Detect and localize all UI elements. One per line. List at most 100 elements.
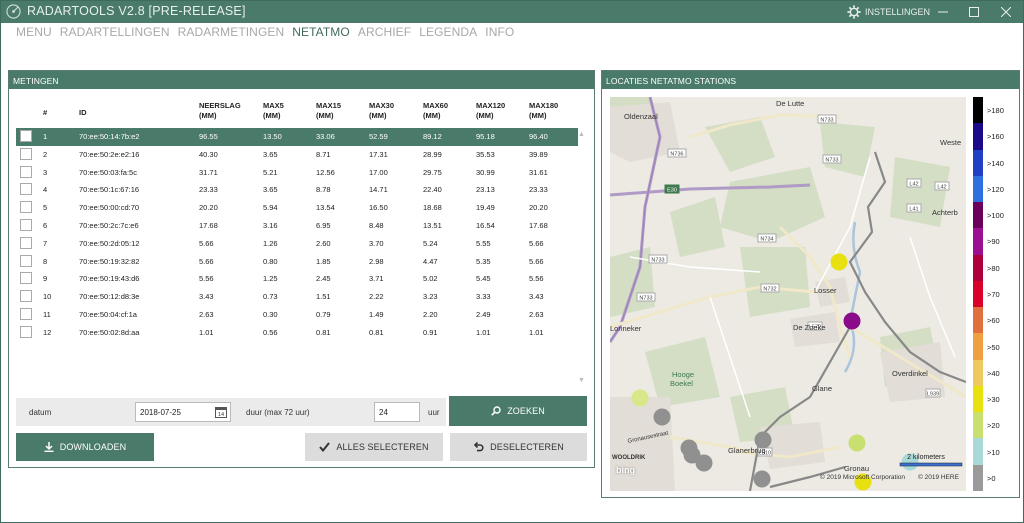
table-row[interactable]: 11 70:ee:50:04:cf:1a 2.63 0.30 0.79 1.49 2.20 2… <box>16 306 578 324</box>
calendar-icon[interactable]: 14 <box>215 406 227 418</box>
cell-max15: 8.71 <box>316 149 331 159</box>
place-label: Achterb <box>932 208 958 217</box>
cell-max60: 0.91 <box>423 327 438 337</box>
row-checkbox[interactable] <box>20 218 32 231</box>
station-marker[interactable] <box>695 454 713 472</box>
cell-max60: 29.75 <box>423 167 442 177</box>
nav-radarmetingen[interactable]: RADARMETINGEN <box>178 25 285 43</box>
station-marker[interactable] <box>848 434 866 452</box>
station-marker[interactable] <box>631 389 649 407</box>
cell-max5: 3.16 <box>263 220 278 230</box>
table-row[interactable]: 9 70:ee:50:19:43:d6 5.56 1.25 2.45 3.71 5.02 5.… <box>16 270 578 288</box>
row-checkbox[interactable] <box>20 201 32 214</box>
station-marker[interactable] <box>843 312 861 330</box>
datum-input[interactable]: 2018-07-25 14 <box>135 402 231 422</box>
table-row[interactable]: 10 70:ee:50:12:d8:3e 3.43 0.73 1.51 2.22 3.23 3… <box>16 288 578 306</box>
scroll-up-arrow[interactable]: ▲ <box>578 131 585 138</box>
map-canvas[interactable]: N733 N736 N733 L42 L41 N734 N733 N732 N7… <box>610 97 966 491</box>
row-checkbox[interactable] <box>20 307 32 320</box>
cell-max60: 13.51 <box>423 220 442 230</box>
cell-max5: 1.25 <box>263 274 278 284</box>
nav-menu[interactable]: MENU <box>16 25 52 43</box>
row-checkbox[interactable] <box>20 130 32 142</box>
table-row[interactable]: 1 70:ee:50:14:7b:e2 96.55 13.50 33.06 52.59 89… <box>16 128 578 146</box>
maximize-button[interactable] <box>957 1 991 23</box>
place-label: Boekel <box>670 379 693 388</box>
table-row[interactable]: 12 70:ee:50:02:8d:aa 1.01 0.56 0.81 0.81 0.91 1… <box>16 324 578 342</box>
cell-id: 70:ee:50:02:8d:aa <box>79 327 140 337</box>
cell-max180: 5.66 <box>529 238 544 248</box>
cell-max30: 8.48 <box>369 220 384 230</box>
cell-max60: 4.47 <box>423 256 438 266</box>
nav-radartellingen[interactable]: RADARTELLINGEN <box>60 25 170 43</box>
download-button[interactable]: DOWNLOADEN <box>16 433 154 461</box>
road-badge-label: N734 <box>760 236 773 242</box>
search-bar: datum 2018-07-25 14 duur (max 72 uur) 24… <box>16 398 446 426</box>
gear-icon <box>847 5 861 19</box>
radar-app-icon <box>6 4 21 19</box>
row-checkbox[interactable] <box>20 272 32 285</box>
legend-swatch <box>973 175 983 203</box>
map-attribution-ms: © 2019 Microsoft Corporation <box>820 474 905 481</box>
title-bar: RADARTOOLS V2.8 [PRE-RELEASE] INSTELLING… <box>1 1 1023 23</box>
close-button[interactable] <box>989 1 1023 23</box>
row-checkbox[interactable] <box>20 290 32 303</box>
table-row[interactable]: 8 70:ee:50:19:32:82 5.66 0.80 1.85 2.98 4.47 5.… <box>16 253 578 271</box>
station-marker[interactable] <box>653 408 671 426</box>
col-max180-name: MAX180 <box>529 101 559 110</box>
row-checkbox[interactable] <box>20 254 32 267</box>
scale-label: 2 kilometers <box>907 454 945 461</box>
station-marker[interactable] <box>753 470 771 488</box>
cell-id: 70:ee:50:19:32:82 <box>79 256 140 266</box>
scroll-down-arrow[interactable]: ▼ <box>578 377 585 384</box>
nav-archief[interactable]: ARCHIEF <box>358 25 411 43</box>
minimize-button[interactable] <box>926 1 960 23</box>
cell-max15: 0.81 <box>316 327 331 337</box>
cell-max180: 17.68 <box>529 220 548 230</box>
zoeken-button[interactable]: ZOEKEN <box>449 396 587 426</box>
table-row[interactable]: 6 70:ee:50:2c:7c:e6 17.68 3.16 6.95 8.48 13.51… <box>16 217 578 235</box>
col-max180-unit: (MM) <box>529 111 547 120</box>
cell-max30: 2.98 <box>369 256 384 266</box>
table-row[interactable]: 5 70:ee:50:00:cd:70 20.20 5.94 13.54 16.50 18.… <box>16 199 578 217</box>
row-checkbox[interactable] <box>20 147 32 160</box>
cell-max5: 1.26 <box>263 238 278 248</box>
cell-max30: 2.22 <box>369 292 384 302</box>
col-max30-unit: (MM) <box>369 111 387 120</box>
row-checkbox[interactable] <box>20 165 32 178</box>
row-checkbox[interactable] <box>20 183 32 196</box>
table-row[interactable]: 7 70:ee:50:2d:05:12 5.66 1.26 2.60 3.70 5.24 5.… <box>16 235 578 253</box>
row-checkbox[interactable] <box>20 236 32 249</box>
deselect-label: DESELECTEREN <box>490 442 564 452</box>
table-row[interactable]: 2 70:ee:50:2e:e2:16 40.30 3.65 8.71 17.31 28.9… <box>16 146 578 164</box>
datum-value: 2018-07-25 <box>140 408 181 417</box>
legend-label: >90 <box>987 237 1000 247</box>
col-max5: MAX5 (MM) <box>263 101 284 121</box>
deselect-button[interactable]: DESELECTEREN <box>450 433 587 461</box>
cell-max5: 0.73 <box>263 292 278 302</box>
cell-max60: 5.24 <box>423 238 438 248</box>
cell-max120: 30.99 <box>476 167 495 177</box>
cell-max180: 2.63 <box>529 309 544 319</box>
nav-netatmo[interactable]: NETATMO <box>292 25 350 43</box>
legend-label: >140 <box>987 158 1004 168</box>
legend-label: >40 <box>987 368 1000 378</box>
station-marker[interactable] <box>830 253 848 271</box>
nav-legenda[interactable]: LEGENDA <box>419 25 477 43</box>
map-view[interactable]: N733 N736 N733 L42 L41 N734 N733 N732 N7… <box>610 97 966 491</box>
table-row[interactable]: 4 70:ee:50:1c:67:16 23.33 3.65 8.78 14.71 22.4… <box>16 181 578 199</box>
legend-swatch <box>973 438 983 466</box>
select-all-button[interactable]: ALLES SELECTEREN <box>305 433 443 461</box>
table-row[interactable]: 3 70:ee:50:03:fa:5c 31.71 5.21 12.56 17.00 29.… <box>16 164 578 182</box>
duur-input[interactable]: 24 <box>374 402 420 422</box>
station-marker[interactable] <box>754 431 772 449</box>
metingen-header: METINGEN <box>9 71 594 89</box>
cell-neerslag: 40.30 <box>199 149 218 159</box>
row-checkbox[interactable] <box>20 325 32 338</box>
cell-max60: 3.23 <box>423 292 438 302</box>
cell-id: 70:ee:50:00:cd:70 <box>79 203 140 213</box>
cell-max60: 2.20 <box>423 309 438 319</box>
settings-button[interactable]: INSTELLINGEN <box>847 3 930 21</box>
legend-swatch <box>973 254 983 282</box>
nav-info[interactable]: INFO <box>485 25 514 43</box>
